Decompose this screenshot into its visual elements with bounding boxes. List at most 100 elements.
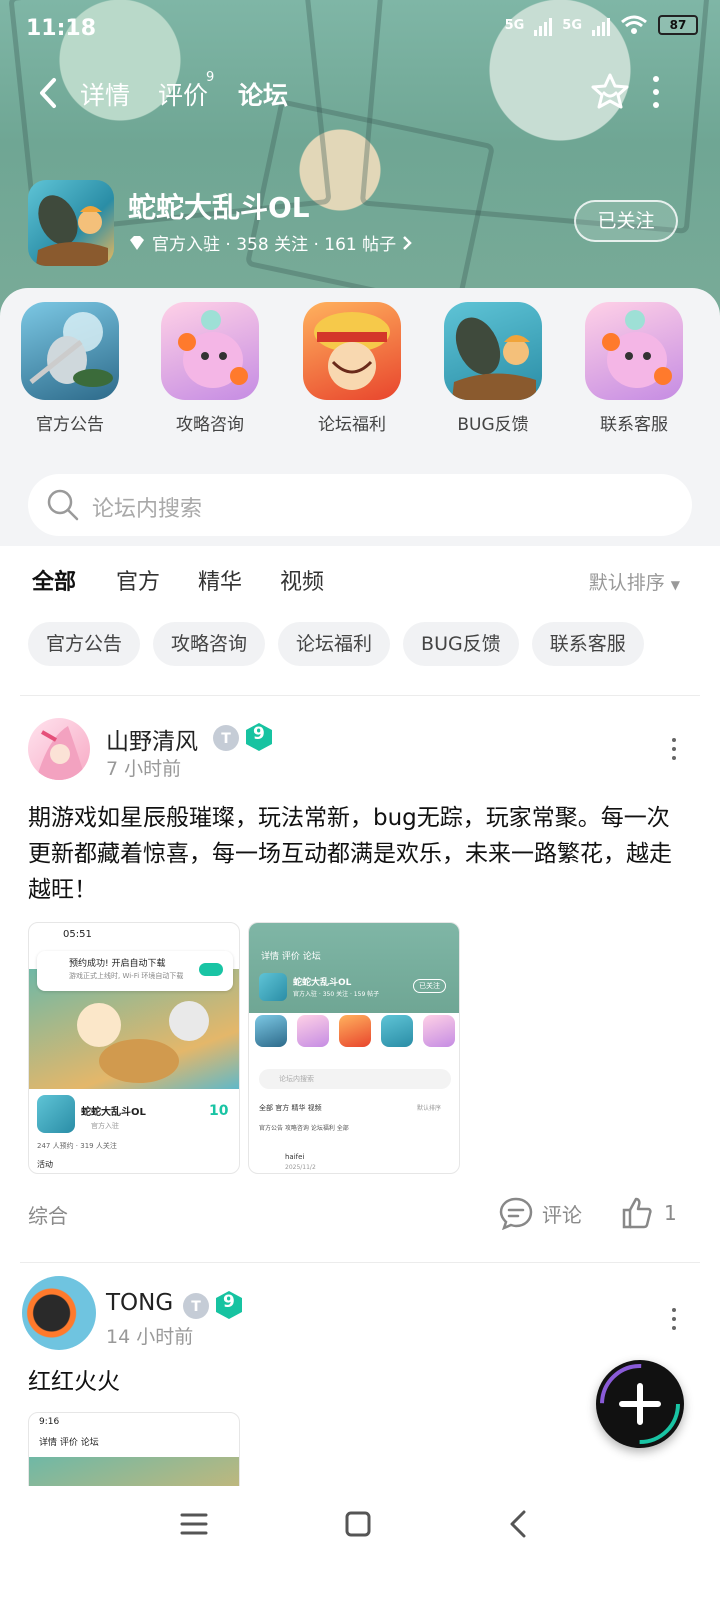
thumb-notice-sub: 游戏正式上线时, Wi-Fi 环境自动下载 (69, 972, 184, 980)
divider (20, 695, 700, 696)
favorite-star-icon[interactable] (590, 72, 630, 112)
tab-details[interactable]: 详情 (80, 76, 130, 112)
thumb2-cats (255, 1015, 455, 1055)
network-label-1: 5G (504, 17, 525, 33)
post-more-icon[interactable] (670, 738, 678, 760)
chip-customer-service[interactable]: 联系客服 (531, 622, 644, 666)
thumb2-banner: 详情 评价 论坛 蛇蛇大乱斗OL 官方入驻 · 350 关注 · 159 帖子 … (249, 923, 459, 1013)
category-label: 论坛福利 (318, 415, 386, 435)
game-name: 蛇蛇大乱斗OL (128, 191, 310, 224)
thumb2-search: 论坛内搜索 (259, 1069, 451, 1089)
category-label: 联系客服 (600, 415, 668, 435)
category-strategy[interactable]: 攻略咨询 (150, 302, 270, 435)
thumb-badge: 10 (209, 1103, 229, 1119)
chip-official-notice[interactable]: 官方公告 (28, 622, 141, 666)
review-count-badge: 9 (206, 70, 215, 85)
post-more-icon[interactable] (670, 1308, 678, 1330)
category-label: BUG反馈 (457, 415, 529, 435)
thumb-game-icon (37, 1095, 75, 1133)
forum-search-bar[interactable]: 论坛内搜索 (28, 474, 692, 536)
home-icon[interactable] (344, 1510, 372, 1538)
thumb-status-time: 05:51 (63, 929, 92, 940)
comment-icon (499, 1197, 533, 1230)
chip-bug-report[interactable]: BUG反馈 (403, 622, 519, 666)
thumb2-chips: 官方公告 攻略咨询 论坛福利 全部 (259, 1125, 349, 1132)
post-text[interactable]: 红红火火 (28, 1364, 678, 1400)
follow-button[interactable]: 已关注 (574, 200, 678, 242)
top-nav: 详情 评价 9 论坛 (0, 66, 720, 122)
category-official-notice[interactable]: 官方公告 (10, 302, 130, 435)
post-author[interactable]: 山野清风 (106, 722, 198, 756)
thumb2-follow: 已关注 (413, 979, 446, 993)
category-customer-service-icon (585, 302, 683, 400)
thumb-toggle (199, 963, 223, 976)
search-placeholder: 论坛内搜索 (92, 497, 203, 522)
post-footer: 综合 评论 1 (28, 1196, 688, 1232)
post-text[interactable]: 期游戏如星辰般璀璨，玩法常新，bug无踪，玩家常聚。每一次更新都藏着惊喜，每一场… (28, 800, 678, 908)
more-options-icon[interactable] (650, 76, 662, 108)
category-bug-report-icon (444, 302, 542, 400)
status-time: 11:18 (26, 16, 97, 41)
sort-dropdown[interactable]: 默认排序 ▼ (589, 568, 680, 595)
post-author[interactable]: TONG (106, 1290, 173, 1316)
signal-icon-2 (592, 14, 610, 36)
post-image-1[interactable]: 05:51 预约成功! 开启自动下载 游戏正式上线时, Wi-Fi 环境自动下载… (28, 922, 240, 1174)
thumb2-date: 2025/11/2 (285, 1164, 316, 1171)
thumb2-tabs: 详情 评价 论坛 (261, 952, 321, 962)
thumb-status-time: 9:16 (39, 1417, 60, 1427)
status-bar: 11:18 5G 5G 87 (0, 0, 720, 60)
wifi-icon (621, 15, 647, 34)
thumb2-user: haifei (285, 1153, 305, 1161)
category-bug-report[interactable]: BUG反馈 (433, 302, 553, 435)
back-arrow-icon[interactable] (36, 76, 60, 110)
sort-label: 默认排序 (588, 572, 665, 594)
post-card[interactable]: 山野清风 T 9 7 小时前 期游戏如星辰般璀璨，玩法常新，bug无踪，玩家常聚… (0, 716, 720, 1246)
comment-button[interactable]: 评论 (498, 1196, 582, 1230)
category-customer-service[interactable]: 联系客服 (574, 302, 694, 435)
post-image-2[interactable]: 详情 评价 论坛 蛇蛇大乱斗OL 官方入驻 · 350 关注 · 159 帖子 … (248, 922, 460, 1174)
category-benefits-icon (303, 302, 401, 400)
filter-tab-all[interactable]: 全部 (32, 564, 77, 600)
system-nav-bar (0, 1486, 720, 1601)
thumb-game-sub: 官方入驻 (91, 1122, 119, 1130)
like-button[interactable]: 1 (620, 1196, 677, 1230)
post-time: 7 小时前 (106, 758, 182, 780)
thumbs-up-icon (622, 1197, 652, 1229)
signal-icon (534, 14, 553, 36)
game-icon[interactable] (28, 180, 114, 266)
svg-text:T: T (221, 731, 231, 747)
thumb-notice-title: 预约成功! 开启自动下载 (69, 959, 166, 969)
tab-forum[interactable]: 论坛 (238, 76, 288, 112)
avatar[interactable] (22, 1276, 96, 1350)
thumb2-sort: 默认排序 (417, 1105, 442, 1112)
category-official-notice-icon (21, 302, 119, 400)
caret-down-icon: ▼ (670, 578, 680, 592)
menu-icon[interactable] (180, 1510, 208, 1538)
thumb2-game-icon (259, 973, 287, 1001)
battery-indicator: 87 (658, 15, 698, 35)
game-banner: 11:18 5G 5G 87 详情 评价 9 论坛 蛇蛇大乱斗OL 官方入驻 ·… (0, 0, 720, 320)
filter-tab-official[interactable]: 官方 (116, 564, 160, 596)
post-time: 14 小时前 (106, 1326, 194, 1348)
category-benefits[interactable]: 论坛福利 (292, 302, 412, 435)
filter-tab-video[interactable]: 视频 (280, 564, 324, 596)
chip-benefits[interactable]: 论坛福利 (278, 622, 391, 666)
new-post-button[interactable] (596, 1360, 684, 1448)
tab-reviews[interactable]: 评价 (158, 76, 208, 112)
chip-strategy[interactable]: 攻略咨询 (153, 622, 266, 666)
category-row: 官方公告 攻略咨询 论坛福利 BUG反馈 联系客服 (0, 302, 720, 442)
filter-tab-featured[interactable]: 精华 (198, 564, 242, 596)
level-number: 9 (253, 724, 265, 744)
back-icon[interactable] (508, 1510, 528, 1538)
title-badge-icon: T (183, 1293, 209, 1319)
thumb2-filter: 全部 官方 精华 视频 (259, 1104, 322, 1112)
game-meta[interactable]: 官方入驻 · 358 关注 · 161 帖子 (128, 230, 412, 255)
category-chips: 官方公告 攻略咨询 论坛福利 BUG反馈 联系客服 (28, 622, 644, 666)
game-meta-text: 官方入驻 · 358 关注 · 161 帖子 (152, 235, 397, 255)
post-tag[interactable]: 综合 (28, 1200, 68, 1229)
thumb2-name: 蛇蛇大乱斗OL (293, 978, 352, 988)
comment-label: 评论 (542, 1202, 582, 1227)
network-label-2: 5G (562, 17, 582, 33)
divider (20, 1262, 700, 1263)
avatar[interactable] (28, 718, 90, 780)
